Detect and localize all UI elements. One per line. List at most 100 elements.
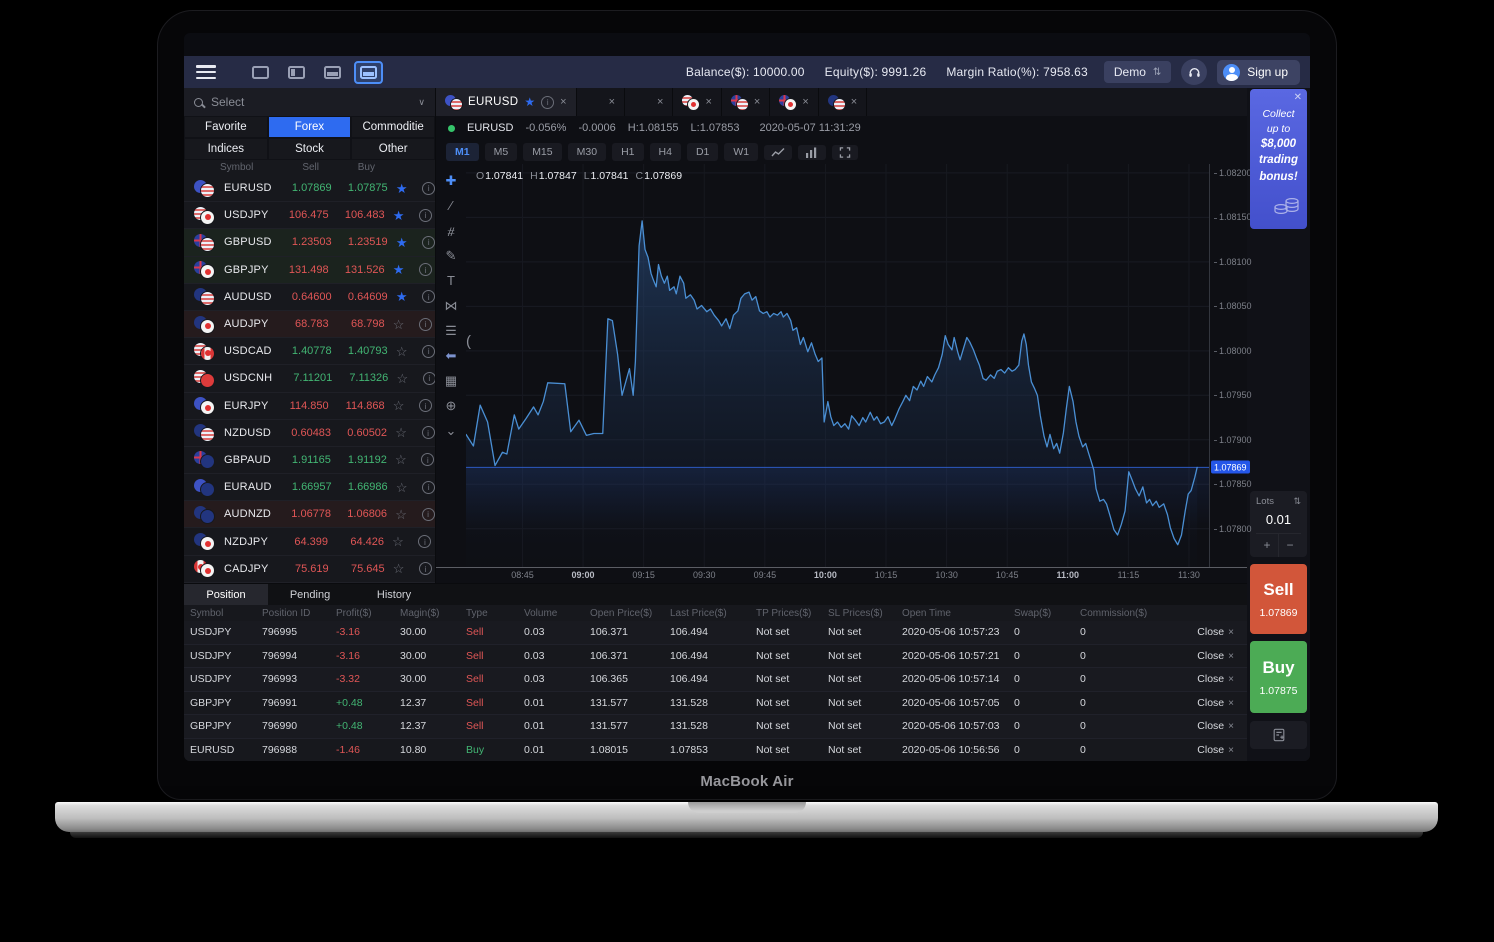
layout-left-panel-button[interactable] [282,61,311,84]
sell-price[interactable]: 1.07869 [272,182,332,194]
favorite-star-icon[interactable]: ☆ [387,508,415,521]
sell-price[interactable]: 7.11201 [272,372,332,384]
sell-price[interactable]: 1.23503 [272,236,332,248]
crosshair-tool-icon[interactable]: ✚ [436,168,466,193]
close-tab-icon[interactable]: × [802,96,808,108]
sell-button[interactable]: Sell 1.07869 [1250,564,1307,634]
info-icon[interactable]: i [419,318,432,331]
watchlist-row-usdcad[interactable]: USDCAD1.407781.40793☆i [184,338,435,365]
favorite-star-icon[interactable]: ☆ [387,453,415,466]
timeframe-m15[interactable]: M15 [523,143,561,161]
watchlist-row-eurusd[interactable]: EURUSD1.078691.07875★i [184,175,435,202]
info-icon[interactable]: i [541,96,554,109]
price-axis[interactable]: 1.082001.081501.081001.080501.080001.079… [1209,164,1247,567]
timeframe-m30[interactable]: M30 [568,143,606,161]
panel-collapse-handle[interactable]: ( [466,333,471,350]
watchlist-tab-favorite[interactable]: Favorite [184,116,268,138]
watchlist-row-cadjpy[interactable]: CADJPY75.61975.645☆i [184,556,435,583]
info-icon[interactable]: i [419,399,432,412]
sell-price[interactable]: 131.498 [269,264,329,276]
buy-price[interactable]: 7.11326 [332,372,388,384]
info-icon[interactable]: i [422,426,435,439]
favorite-star-icon[interactable]: ☆ [388,372,416,385]
info-icon[interactable]: i [423,372,435,385]
sell-price[interactable]: 1.40778 [272,345,332,357]
timeframe-h1[interactable]: H1 [612,143,643,161]
support-button[interactable] [1181,59,1207,85]
chart-tab-icon-4[interactable]: × [722,88,770,116]
watchlist-row-usdcnh[interactable]: USDCNH7.112017.11326☆i [184,365,435,392]
watchlist-row-gbpaud[interactable]: GBPAUD1.911651.91192☆i [184,447,435,474]
watchlist-row-usdjpy[interactable]: USDJPY106.475106.483★i [184,202,435,229]
sell-price[interactable]: 0.60483 [271,427,331,439]
favorite-star-icon[interactable]: ☆ [388,345,416,358]
channel-tool-icon[interactable]: ⧣ [436,218,466,243]
buy-price[interactable]: 1.91192 [331,454,387,466]
symbol-search-select[interactable]: Select ∨ [184,88,435,116]
sell-price[interactable]: 1.66957 [272,481,332,493]
info-icon[interactable]: i [419,263,432,276]
indicator-chart-icon[interactable] [798,145,826,160]
close-position-button[interactable]: Close× [1176,650,1234,662]
chart-tab-icon-2[interactable]: × [625,88,673,116]
watchlist-tab-forex[interactable]: Forex [268,116,352,138]
favorite-star-icon[interactable]: ★ [388,236,416,249]
buy-price[interactable]: 131.526 [329,264,385,276]
buy-price[interactable]: 64.426 [328,536,384,548]
collapse-toolbar-icon[interactable]: ⌄ [436,418,466,443]
close-tab-icon[interactable]: × [609,96,615,108]
buy-price[interactable]: 1.06806 [331,508,387,520]
timeframe-m1[interactable]: M1 [446,143,479,161]
buy-price[interactable]: 0.60502 [331,427,387,439]
positions-tab-pending[interactable]: Pending [268,584,352,605]
timeframe-d1[interactable]: D1 [687,143,718,161]
sell-price[interactable]: 0.64600 [272,291,332,303]
bonus-banner[interactable]: ✕ Collectup to$8,000tradingbonus! [1250,89,1307,229]
close-tab-icon[interactable]: × [560,96,566,108]
info-icon[interactable]: i [421,453,434,466]
watchlist-row-audnzd[interactable]: AUDNZD1.067781.06806☆i [184,501,435,528]
info-icon[interactable]: i [422,236,435,249]
close-tab-icon[interactable]: × [754,96,760,108]
chart-tab-icon-3[interactable]: × [673,88,721,116]
sell-price[interactable]: 75.619 [269,563,329,575]
watchlist-row-euraud[interactable]: EURAUD1.669571.66986☆i [184,474,435,501]
trendline-tool-icon[interactable]: ∕ [436,193,466,218]
sell-price[interactable]: 1.06778 [271,508,331,520]
chart-tab-icon-1[interactable]: × [577,88,625,116]
watchlist-row-gbpusd[interactable]: GBPUSD1.235031.23519★i [184,229,435,256]
favorite-star-icon[interactable]: ☆ [388,481,416,494]
buy-price[interactable]: 1.66986 [332,481,388,493]
watchlist-row-nzdusd[interactable]: NZDUSD0.604830.60502☆i [184,420,435,447]
favorite-star-icon[interactable]: ★ [385,209,413,222]
positions-tab-position[interactable]: Position [184,584,268,605]
line-chart-type-icon[interactable] [764,145,792,160]
favorite-star-icon[interactable]: ★ [388,182,416,195]
watchlist-row-nzdjpy[interactable]: NZDJPY64.39964.426☆i [184,528,435,555]
close-position-button[interactable]: Close× [1176,673,1234,685]
chart-tab-icon-5[interactable]: × [770,88,818,116]
favorite-star-icon[interactable]: ☆ [385,318,413,331]
close-tab-icon[interactable]: × [657,96,663,108]
favorite-star-icon[interactable]: ☆ [387,426,415,439]
buy-price[interactable]: 1.40793 [332,345,388,357]
layout-single-button[interactable] [246,61,275,84]
info-icon[interactable]: i [419,562,432,575]
favorite-star-icon[interactable]: ★ [388,290,416,303]
info-icon[interactable]: i [422,290,435,303]
watchlist-row-audjpy[interactable]: AUDJPY68.78368.798☆i [184,311,435,338]
lots-decrease-button[interactable]: − [1279,534,1301,557]
sell-price[interactable]: 114.850 [269,400,329,412]
buy-price[interactable]: 68.798 [329,318,385,330]
chart-style-icon[interactable]: ▦ [436,368,466,393]
undo-arrow-icon[interactable]: ⬅ [436,343,466,368]
sell-price[interactable]: 1.91165 [271,454,331,466]
info-icon[interactable]: i [422,481,435,494]
info-icon[interactable]: i [419,209,432,222]
positions-tab-history[interactable]: History [352,584,436,605]
lots-stepper-icon[interactable]: ⇅ [1293,496,1301,507]
buy-price[interactable]: 114.868 [329,400,385,412]
timeframe-m5[interactable]: M5 [485,143,518,161]
buy-price[interactable]: 0.64609 [332,291,388,303]
close-tab-icon[interactable]: × [705,96,711,108]
